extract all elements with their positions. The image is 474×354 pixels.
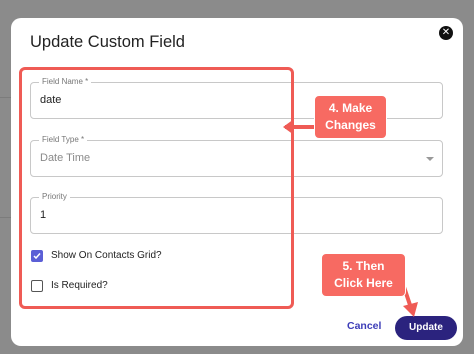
annotation-arrows bbox=[283, 119, 418, 317]
callout-5-arrowhead bbox=[403, 302, 418, 317]
callout-4-arrowhead bbox=[283, 119, 294, 135]
callout-4-line1: 4. Make bbox=[328, 101, 373, 115]
callout-make-changes: 4. Make Changes bbox=[314, 95, 387, 139]
callout-5-line1: 5. Then bbox=[342, 259, 385, 273]
callout-4-line2: Changes bbox=[325, 118, 376, 132]
callout-click-here: 5. Then Click Here bbox=[321, 253, 406, 297]
callout-5-line2: Click Here bbox=[334, 276, 393, 290]
